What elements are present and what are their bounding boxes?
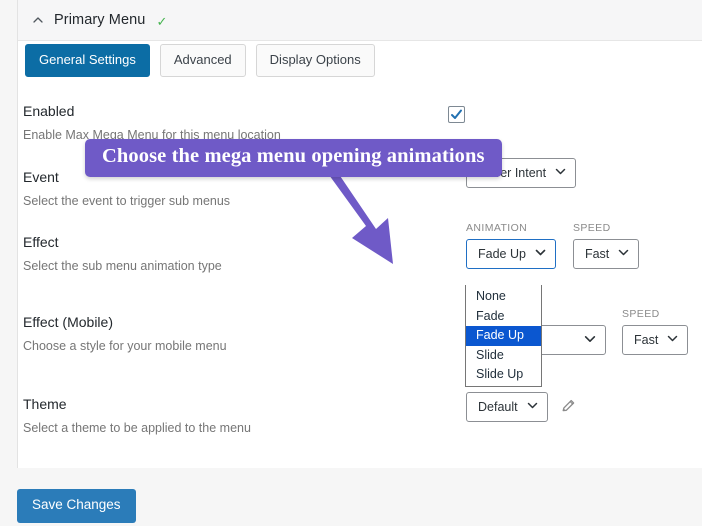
effect-speed-label: SPEED (572, 222, 611, 234)
row-theme-description: Select a theme to be applied to the menu (23, 420, 251, 435)
effect-mobile-speed-field: SPEED Fast (622, 308, 689, 355)
effect-speed-value: Fast (584, 247, 610, 261)
screenshot-root: Primary Menu ✓ General Settings Advanced… (0, 0, 702, 526)
effect-animation-field: ANIMATION Fade Up (466, 222, 556, 269)
option-fade-up[interactable]: Fade Up (466, 326, 541, 346)
chevron-down-icon (535, 247, 546, 261)
pencil-icon[interactable] (560, 397, 577, 419)
row-event-description: Select the event to trigger sub menus (23, 193, 231, 208)
effect-mobile-speed-value: Fast (634, 333, 659, 347)
chevron-down-icon (667, 333, 678, 347)
chevron-down-icon (555, 166, 566, 180)
chevron-down-icon (527, 400, 538, 414)
chevron-up-icon[interactable] (32, 14, 44, 26)
check-icon: ✓ (156, 13, 168, 29)
tab-general-settings[interactable]: General Settings (25, 44, 150, 78)
row-effect-mobile: Effect (Mobile) Choose a style for your … (18, 308, 702, 396)
row-enabled-control (448, 106, 465, 123)
tab-advanced[interactable]: Advanced (159, 44, 246, 78)
row-enabled-label: Enabled (23, 103, 75, 119)
theme-select-value: Default (478, 400, 518, 414)
row-theme-label: Theme (23, 396, 67, 412)
save-changes-button[interactable]: Save Changes (17, 489, 136, 523)
chevron-down-icon (584, 333, 596, 348)
page-title: Primary Menu (54, 12, 146, 28)
footer-bar: Save Changes (17, 468, 702, 526)
row-effect: Effect Select the sub menu animation typ… (18, 222, 702, 314)
option-slide-up[interactable]: Slide Up (466, 365, 541, 385)
row-theme-control: Default (466, 392, 577, 422)
option-none[interactable]: None (466, 287, 541, 307)
row-effect-control: ANIMATION Fade Up SPEED Fast (466, 222, 640, 269)
option-slide[interactable]: Slide (466, 346, 541, 366)
animation-options-list[interactable]: None Fade Fade Up Slide Slide Up (465, 285, 542, 387)
chevron-down-icon (618, 247, 629, 261)
tab-bar: General Settings Advanced Display Option… (18, 44, 375, 78)
effect-animation-value: Fade Up (478, 247, 526, 261)
effect-mobile-speed-select[interactable]: Fast (622, 325, 689, 355)
effect-animation-label: ANIMATION (466, 222, 528, 234)
annotation-tooltip: Choose the mega menu opening animations (85, 139, 502, 177)
theme-select[interactable]: Default (466, 392, 548, 422)
effect-animation-select[interactable]: Fade Up (466, 239, 556, 269)
effect-speed-field: SPEED Fast (572, 222, 640, 269)
effect-mobile-speed-label: SPEED (622, 308, 660, 320)
option-fade[interactable]: Fade (466, 307, 541, 327)
enabled-checkbox[interactable] (448, 106, 465, 123)
settings-panel: Primary Menu ✓ General Settings Advanced… (17, 0, 702, 468)
effect-speed-select[interactable]: Fast (572, 239, 640, 269)
row-theme: Theme Select a theme to be applied to th… (18, 392, 702, 456)
tab-display-options[interactable]: Display Options (255, 44, 375, 78)
panel-header[interactable]: Primary Menu ✓ (18, 0, 702, 41)
